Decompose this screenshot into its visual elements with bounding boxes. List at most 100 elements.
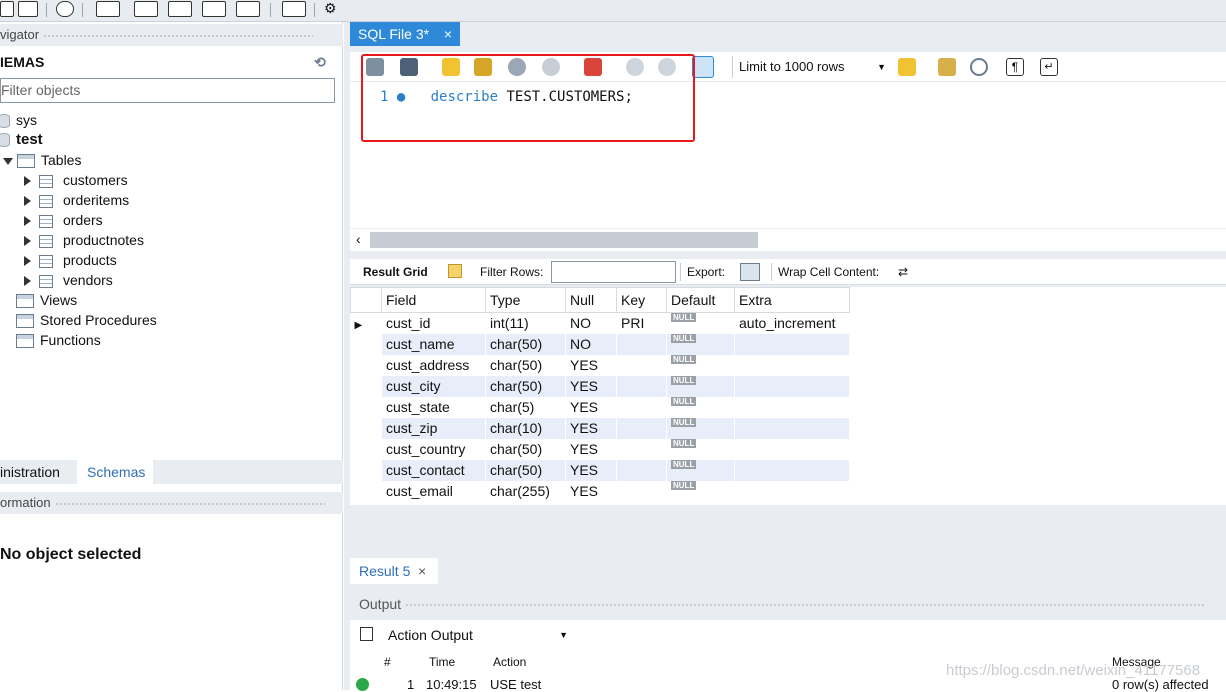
cell-type[interactable]: char(50) bbox=[485, 459, 566, 481]
tree-item-test[interactable]: test bbox=[0, 130, 43, 150]
cell-field[interactable]: cust_city bbox=[381, 375, 486, 397]
create-table-icon[interactable] bbox=[134, 1, 158, 17]
cell-field[interactable]: cust_zip bbox=[381, 417, 486, 439]
open-file-icon[interactable] bbox=[18, 1, 38, 17]
limit-rows-select[interactable]: Limit to 1000 rows ▼ bbox=[732, 56, 890, 78]
table-row[interactable]: cust_country char(50) YES NULL bbox=[350, 438, 850, 460]
cell-null[interactable]: YES bbox=[565, 396, 617, 418]
expand-arrow-icon[interactable] bbox=[24, 276, 31, 287]
tree-item-procedures[interactable]: Stored Procedures bbox=[16, 310, 157, 330]
tab-schemas[interactable]: Schemas bbox=[77, 460, 153, 484]
cell-key[interactable] bbox=[616, 396, 667, 418]
cell-type[interactable]: char(50) bbox=[485, 375, 566, 397]
filter-objects-input[interactable]: Filter objects bbox=[0, 78, 335, 103]
tree-item-sys[interactable]: sys bbox=[0, 110, 37, 130]
cell-extra[interactable]: auto_increment bbox=[734, 312, 850, 334]
cell-type[interactable]: char(50) bbox=[485, 354, 566, 376]
tree-item-table[interactable]: orderitems bbox=[24, 190, 129, 210]
cell-extra[interactable] bbox=[734, 333, 850, 355]
export-icon[interactable] bbox=[740, 263, 760, 281]
cell-default[interactable]: NULL bbox=[666, 396, 735, 418]
tree-item-functions[interactable]: Functions bbox=[16, 330, 101, 350]
beautify-icon[interactable] bbox=[938, 58, 956, 76]
cell-default[interactable]: NULL bbox=[666, 312, 735, 334]
cell-null[interactable]: YES bbox=[565, 354, 617, 376]
tree-item-table[interactable]: products bbox=[24, 250, 117, 270]
invisible-chars-icon[interactable]: ¶ bbox=[1006, 58, 1024, 76]
grid-icon[interactable] bbox=[448, 264, 462, 278]
cell-key[interactable] bbox=[616, 480, 667, 502]
column-header[interactable]: Extra bbox=[734, 287, 850, 313]
collapse-arrow-icon[interactable] bbox=[3, 157, 13, 165]
table-row[interactable]: cust_zip char(10) YES NULL bbox=[350, 417, 850, 439]
reconnect-icon[interactable]: ⚙ bbox=[324, 1, 344, 17]
tree-item-table[interactable]: vendors bbox=[24, 270, 113, 290]
column-header[interactable]: Key bbox=[616, 287, 667, 313]
table-row[interactable]: cust_name char(50) NO NULL bbox=[350, 333, 850, 355]
cell-field[interactable]: cust_name bbox=[381, 333, 486, 355]
table-row[interactable]: cust_address char(50) YES NULL bbox=[350, 354, 850, 376]
scroll-thumb[interactable] bbox=[370, 232, 758, 248]
cell-key[interactable] bbox=[616, 438, 667, 460]
create-function-icon[interactable] bbox=[236, 1, 260, 17]
table-row[interactable]: cust_state char(5) YES NULL bbox=[350, 396, 850, 418]
cell-field[interactable]: cust_email bbox=[381, 480, 486, 502]
cell-default[interactable]: NULL bbox=[666, 417, 735, 439]
info-icon[interactable] bbox=[56, 1, 74, 17]
cell-extra[interactable] bbox=[734, 480, 850, 502]
cell-key[interactable]: PRI bbox=[616, 312, 667, 334]
tab-result[interactable]: Result 5 × bbox=[350, 558, 438, 584]
table-row[interactable]: cust_email char(255) YES NULL bbox=[350, 480, 850, 502]
cell-null[interactable]: YES bbox=[565, 438, 617, 460]
search-table-icon[interactable] bbox=[282, 1, 306, 17]
cell-type[interactable]: char(5) bbox=[485, 396, 566, 418]
column-header[interactable]: Null bbox=[565, 287, 617, 313]
cell-extra[interactable] bbox=[734, 375, 850, 397]
cell-field[interactable]: cust_address bbox=[381, 354, 486, 376]
cell-null[interactable]: NO bbox=[565, 333, 617, 355]
cell-key[interactable] bbox=[616, 333, 667, 355]
cell-type[interactable]: int(11) bbox=[485, 312, 566, 334]
cell-extra[interactable] bbox=[734, 354, 850, 376]
new-file-icon[interactable] bbox=[0, 1, 14, 17]
cell-null[interactable]: YES bbox=[565, 459, 617, 481]
cell-field[interactable]: cust_state bbox=[381, 396, 486, 418]
table-row[interactable]: cust_city char(50) YES NULL bbox=[350, 375, 850, 397]
editor-scrollbar[interactable]: ‹ bbox=[350, 229, 1226, 251]
create-procedure-icon[interactable] bbox=[202, 1, 226, 17]
close-result-icon[interactable]: × bbox=[418, 558, 426, 584]
refresh-icon[interactable]: ⟲ bbox=[314, 52, 326, 72]
filter-rows-input[interactable] bbox=[551, 261, 676, 283]
tree-item-tables[interactable]: Tables bbox=[3, 150, 81, 170]
expand-arrow-icon[interactable] bbox=[24, 196, 31, 207]
expand-arrow-icon[interactable] bbox=[24, 216, 31, 227]
cell-extra[interactable] bbox=[734, 438, 850, 460]
create-view-icon[interactable] bbox=[168, 1, 192, 17]
cell-type[interactable]: char(50) bbox=[485, 438, 566, 460]
cell-field[interactable]: cust_id bbox=[381, 312, 486, 334]
result-grid-button[interactable]: Result Grid bbox=[363, 259, 428, 285]
close-tab-icon[interactable]: × bbox=[444, 22, 452, 46]
cell-key[interactable] bbox=[616, 375, 667, 397]
cell-default[interactable]: NULL bbox=[666, 438, 735, 460]
output-type-select[interactable]: Action Output ▼ bbox=[382, 624, 572, 646]
cell-key[interactable] bbox=[616, 354, 667, 376]
cell-null[interactable]: YES bbox=[565, 375, 617, 397]
cell-field[interactable]: cust_country bbox=[381, 438, 486, 460]
table-row[interactable]: ▶ cust_id int(11) NO PRI NULL auto_increment bbox=[350, 312, 850, 334]
scroll-left-icon[interactable]: ‹ bbox=[356, 231, 361, 247]
cell-null[interactable]: NO bbox=[565, 312, 617, 334]
wrap-cell-icon[interactable]: ⇄ bbox=[898, 259, 908, 285]
table-row[interactable]: cust_contact char(50) YES NULL bbox=[350, 459, 850, 481]
cell-default[interactable]: NULL bbox=[666, 354, 735, 376]
tree-item-table[interactable]: customers bbox=[24, 170, 128, 190]
cell-extra[interactable] bbox=[734, 459, 850, 481]
tree-item-table[interactable]: productnotes bbox=[24, 230, 144, 250]
cell-extra[interactable] bbox=[734, 417, 850, 439]
cell-type[interactable]: char(255) bbox=[485, 480, 566, 502]
cell-null[interactable]: YES bbox=[565, 417, 617, 439]
expand-arrow-icon[interactable] bbox=[24, 256, 31, 267]
wrap-lines-icon[interactable]: ↵ bbox=[1040, 58, 1058, 76]
cell-key[interactable] bbox=[616, 417, 667, 439]
autocommit-icon[interactable] bbox=[692, 56, 714, 78]
